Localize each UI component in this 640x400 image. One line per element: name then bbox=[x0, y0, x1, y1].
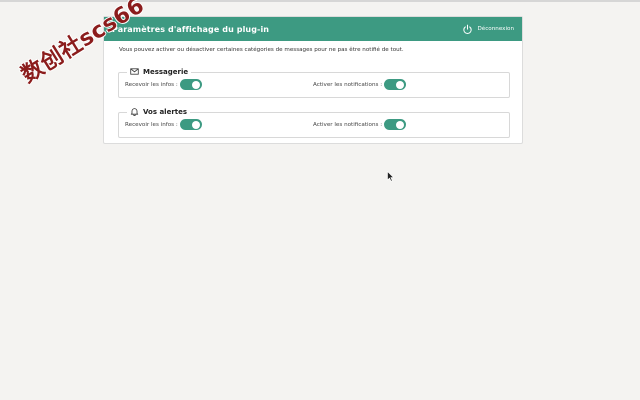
receive-info-option: Recevoir les infos : bbox=[125, 119, 202, 130]
section-legend: Messagerie bbox=[127, 67, 192, 76]
toggle-knob bbox=[396, 120, 405, 129]
receive-info-option: Recevoir les infos : bbox=[125, 79, 202, 90]
logout-button[interactable]: Déconnexion bbox=[462, 24, 514, 35]
section-messagerie: Messagerie Recevoir les infos : Activer … bbox=[118, 67, 510, 98]
section-legend: Vos alertes bbox=[127, 107, 191, 116]
receive-info-label: Recevoir les infos : bbox=[125, 81, 178, 88]
notifications-option: Activer les notifications : bbox=[313, 79, 407, 90]
plugin-settings-panel: Paramètres d'affichage du plug-in Déconn… bbox=[103, 16, 523, 144]
intro-text: Vous pouvez activer ou désactiver certai… bbox=[119, 47, 404, 53]
receive-info-toggle[interactable] bbox=[179, 79, 202, 90]
panel-header: Paramètres d'affichage du plug-in Déconn… bbox=[104, 17, 522, 41]
power-icon bbox=[463, 24, 473, 34]
section-title: Vos alertes bbox=[143, 107, 188, 116]
receive-info-label: Recevoir les infos : bbox=[125, 121, 178, 128]
notifications-option: Activer les notifications : bbox=[313, 119, 407, 130]
receive-info-toggle[interactable] bbox=[179, 119, 202, 130]
notifications-label: Activer les notifications : bbox=[313, 81, 383, 88]
toggle-knob bbox=[191, 120, 200, 129]
top-divider bbox=[0, 0, 640, 2]
toggle-knob bbox=[191, 80, 200, 89]
panel-title: Paramètres d'affichage du plug-in bbox=[112, 24, 270, 34]
logout-label: Déconnexion bbox=[477, 26, 514, 32]
section-alertes: Vos alertes Recevoir les infos : Activer… bbox=[118, 107, 510, 138]
notifications-label: Activer les notifications : bbox=[313, 121, 383, 128]
toggle-knob bbox=[396, 80, 405, 89]
notifications-toggle[interactable] bbox=[384, 119, 407, 130]
section-title: Messagerie bbox=[143, 67, 189, 76]
notifications-toggle[interactable] bbox=[384, 79, 407, 90]
mail-icon bbox=[130, 68, 139, 75]
mouse-cursor-icon bbox=[387, 171, 395, 182]
bell-icon bbox=[130, 108, 139, 116]
